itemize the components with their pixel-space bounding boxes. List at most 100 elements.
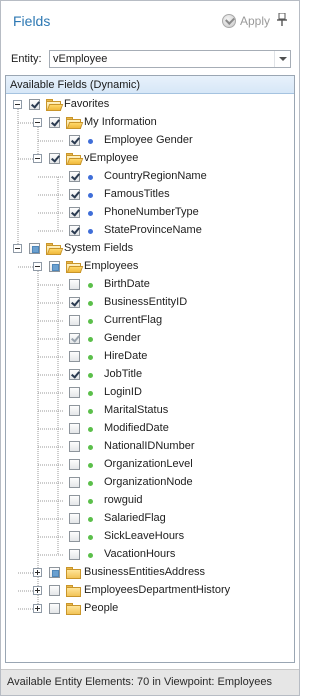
checkbox[interactable] — [49, 261, 60, 272]
tree-heading-label: Available Fields (Dynamic) — [10, 79, 141, 91]
checkbox[interactable] — [69, 513, 80, 524]
checkbox[interactable] — [69, 207, 80, 218]
tree-node-label: ModifiedDate — [104, 422, 169, 434]
tree-folder-favorites[interactable]: Favorites — [1, 96, 281, 114]
apply-button[interactable]: Apply — [222, 13, 270, 29]
field-dot-icon — [88, 373, 93, 378]
checkbox[interactable] — [69, 189, 80, 200]
checkbox[interactable] — [69, 549, 80, 560]
field-dot-icon — [88, 535, 93, 540]
checkbox[interactable] — [69, 297, 80, 308]
collapse-icon[interactable] — [33, 154, 42, 163]
checkbox[interactable] — [69, 405, 80, 416]
tree-field-businessentityid[interactable]: BusinessEntityID — [1, 294, 281, 312]
tree-field-famoustitles[interactable]: FamousTitles — [1, 186, 281, 204]
tree-folder-my-information[interactable]: My Information — [1, 114, 281, 132]
checkbox[interactable] — [29, 99, 40, 110]
field-dot-icon — [88, 517, 93, 522]
tree-node-label: CurrentFlag — [104, 314, 163, 326]
tree-folder-vemployee[interactable]: vEmployee — [1, 150, 281, 168]
field-dot-icon — [88, 301, 93, 306]
tree-field-phonenumbertype[interactable]: PhoneNumberType — [1, 204, 281, 222]
checkbox[interactable] — [69, 171, 80, 182]
tree-node-label: OrganizationNode — [104, 476, 193, 488]
tree-field-organizationnode[interactable]: OrganizationNode — [1, 474, 281, 492]
checkbox[interactable] — [49, 153, 60, 164]
tree-field-modifieddate[interactable]: ModifiedDate — [1, 420, 281, 438]
entity-row: Entity: vEmployee — [1, 47, 299, 71]
panel-header: Fields Apply — [1, 1, 299, 39]
tree-field-nationalidnumber[interactable]: NationalIDNumber — [1, 438, 281, 456]
tree-folder-businessentitiesaddress[interactable]: BusinessEntitiesAddress — [1, 564, 281, 582]
panel-title: Fields — [13, 13, 51, 29]
tree-field-maritalstatus[interactable]: MaritalStatus — [1, 402, 281, 420]
tree-field-gender[interactable]: Gender — [1, 330, 281, 348]
folder-icon — [66, 567, 82, 579]
tree-field-countryregionname[interactable]: CountryRegionName — [1, 168, 281, 186]
tree-field-organizationlevel[interactable]: OrganizationLevel — [1, 456, 281, 474]
tree-field-loginid[interactable]: LoginID — [1, 384, 281, 402]
checkbox[interactable] — [69, 459, 80, 470]
expand-icon[interactable] — [33, 586, 42, 595]
tree-node-label: MaritalStatus — [104, 404, 169, 416]
collapse-icon[interactable] — [13, 100, 22, 109]
checkbox[interactable] — [49, 585, 60, 596]
checkbox[interactable] — [69, 225, 80, 236]
field-dot-icon — [88, 463, 93, 468]
tree-folder-employeesdepartmenthistory[interactable]: EmployeesDepartmentHistory — [1, 582, 281, 600]
field-dot-icon — [88, 229, 93, 234]
tree-node-label: Favorites — [64, 98, 110, 110]
checkbox[interactable] — [69, 351, 80, 362]
apply-label: Apply — [240, 14, 271, 28]
tree-field-rowguid[interactable]: rowguid — [1, 492, 281, 510]
checkbox[interactable] — [69, 531, 80, 542]
status-text: Available Entity Elements: 70 in Viewpoi… — [7, 676, 272, 688]
tree-field-stateprovincename[interactable]: StateProvinceName — [1, 222, 281, 240]
checkbox[interactable] — [49, 603, 60, 614]
tree-field-birthdate[interactable]: BirthDate — [1, 276, 281, 294]
checkbox[interactable] — [49, 567, 60, 578]
tree-field-vacationhours[interactable]: VacationHours — [1, 546, 281, 564]
checkbox[interactable] — [69, 477, 80, 488]
tree-field-salariedflag[interactable]: SalariedFlag — [1, 510, 281, 528]
expand-icon[interactable] — [33, 604, 42, 613]
tree-field-jobtitle[interactable]: JobTitle — [1, 366, 281, 384]
fields-panel: Fields Apply Entity: vEmployee Available… — [0, 0, 300, 696]
tree-folder-employees[interactable]: Employees — [1, 258, 281, 276]
pin-icon[interactable] — [277, 13, 287, 27]
tree-node-label: BirthDate — [104, 278, 150, 290]
entity-select[interactable]: vEmployee — [49, 50, 291, 68]
checkbox[interactable] — [69, 441, 80, 452]
collapse-icon[interactable] — [33, 262, 42, 271]
checkbox[interactable] — [49, 117, 60, 128]
folder-open-icon — [46, 243, 64, 255]
expand-icon[interactable] — [33, 568, 42, 577]
tree-field-hiredate[interactable]: HireDate — [1, 348, 281, 366]
field-dot-icon — [88, 211, 93, 216]
tree-field-currentflag[interactable]: CurrentFlag — [1, 312, 281, 330]
checkbox[interactable] — [69, 135, 80, 146]
collapse-icon[interactable] — [13, 244, 22, 253]
field-dot-icon — [88, 391, 93, 396]
tree-field-sickleavehours[interactable]: SickLeaveHours — [1, 528, 281, 546]
tree-folder-people[interactable]: People — [1, 600, 281, 618]
tree-folder-system-fields[interactable]: System Fields — [1, 240, 281, 258]
checkbox[interactable] — [69, 369, 80, 380]
tree-node-label: SalariedFlag — [104, 512, 166, 524]
folder-open-icon — [66, 261, 84, 273]
chevron-down-icon[interactable] — [274, 51, 290, 67]
field-dot-icon — [88, 337, 93, 342]
checkbox[interactable] — [69, 333, 80, 344]
entity-label: Entity: — [11, 53, 42, 65]
checkbox[interactable] — [29, 243, 40, 254]
tree-field-employee-gender[interactable]: Employee Gender — [1, 132, 281, 150]
checkbox[interactable] — [69, 423, 80, 434]
tree-node-label: JobTitle — [104, 368, 143, 380]
checkbox[interactable] — [69, 315, 80, 326]
checkbox[interactable] — [69, 387, 80, 398]
tree-node-label: HireDate — [104, 350, 148, 362]
checkbox[interactable] — [69, 279, 80, 290]
checkbox[interactable] — [69, 495, 80, 506]
collapse-icon[interactable] — [33, 118, 42, 127]
apply-check-icon — [222, 14, 236, 28]
